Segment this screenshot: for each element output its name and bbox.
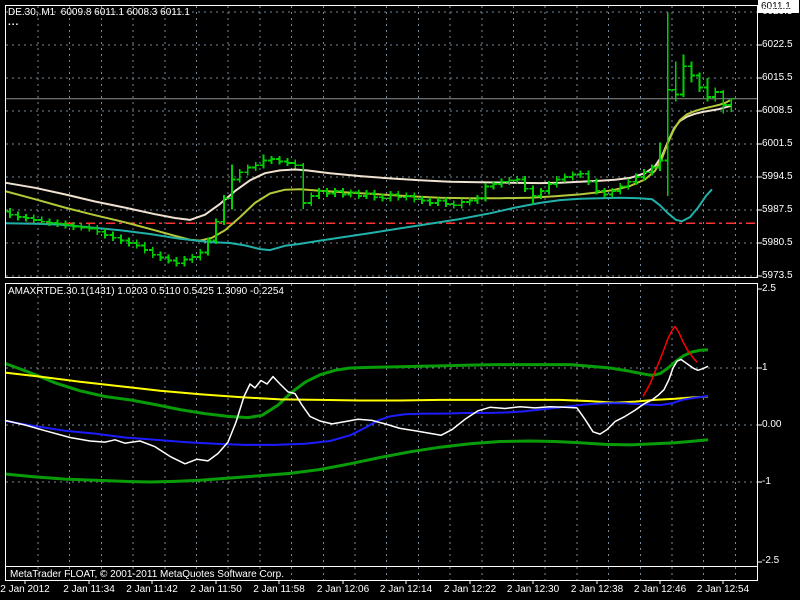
price-axis-label: 6008.5 bbox=[762, 106, 793, 116]
metatrader-chart-window: DE.30,.M1 6009.8 6011.1 6008.3 6011.1 ..… bbox=[0, 0, 800, 600]
price-axis-label: 6029.5 bbox=[762, 7, 793, 17]
chart-canvas[interactable] bbox=[0, 0, 800, 600]
price-axis-label: 5994.5 bbox=[762, 172, 793, 182]
indicator-axis-label: 0.00 bbox=[762, 420, 781, 430]
price-axis-label: 6015.5 bbox=[762, 73, 793, 83]
price-axis-label: 6001.5 bbox=[762, 139, 793, 149]
one-click-panel-toggle[interactable]: ... bbox=[8, 17, 19, 28]
indicator-axis-label: 1 bbox=[762, 363, 768, 373]
indicator-axis-label: -1 bbox=[762, 477, 771, 487]
price-axis-label: 6022.5 bbox=[762, 40, 793, 50]
indicator-title: AMAXRTDE.30.1(1431) 1.0203 0.5110 0.5425… bbox=[8, 286, 284, 297]
branding-footer: MetaTrader FLOAT, © 2001-2011 MetaQuotes… bbox=[10, 569, 284, 580]
price-axis-label: 5973.5 bbox=[762, 271, 793, 281]
chart-title: DE.30,.M1 6009.8 6011.1 6008.3 6011.1 bbox=[8, 7, 190, 18]
price-axis-label: 5980.5 bbox=[762, 238, 793, 248]
indicator-axis-label: -2.5 bbox=[762, 556, 779, 566]
indicator-axis-label: 2.5 bbox=[762, 284, 776, 294]
time-axis-label: 2 Jan 12:54 bbox=[678, 584, 768, 595]
price-axis-label: 5987.5 bbox=[762, 205, 793, 215]
